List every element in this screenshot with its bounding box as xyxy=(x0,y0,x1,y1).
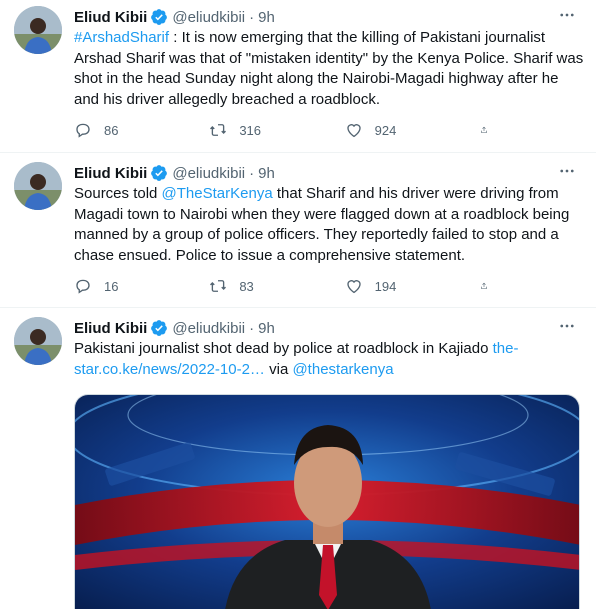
heart-icon xyxy=(346,280,361,294)
mention-link[interactable]: @TheStarKenya xyxy=(162,185,273,202)
tweet-text: #ArshadSharif : It is now emerging that … xyxy=(74,28,586,110)
timestamp[interactable]: 9h xyxy=(258,320,275,337)
verified-badge-icon xyxy=(151,165,168,181)
tweet-body-start: Pakistani journalist shot dead by police… xyxy=(74,340,493,357)
tweet-1[interactable]: Eliud Kibii @eliudkibii · 9h #ArshadShar… xyxy=(0,0,596,153)
retweet-icon xyxy=(210,124,227,136)
verified-badge-icon xyxy=(151,320,168,336)
retweet-button[interactable]: 83 xyxy=(209,277,309,295)
share-button[interactable] xyxy=(480,121,500,139)
retweet-count: 316 xyxy=(239,122,262,138)
author-handle[interactable]: @eliudkibii xyxy=(172,165,245,182)
like-count: 194 xyxy=(374,278,397,294)
author-name[interactable]: Eliud Kibii xyxy=(74,9,147,26)
author-name[interactable]: Eliud Kibii xyxy=(74,320,147,337)
retweet-count: 83 xyxy=(239,278,254,294)
avatar[interactable] xyxy=(14,162,62,210)
heart-icon xyxy=(346,124,361,138)
retweet-button[interactable]: 316 xyxy=(209,121,309,139)
tweet-body-start: Sources told xyxy=(74,185,162,202)
separator-dot: · xyxy=(249,319,255,337)
author-handle[interactable]: @eliudkibii xyxy=(172,320,245,337)
hashtag-link[interactable]: #ArshadSharif xyxy=(74,29,169,46)
retweet-icon xyxy=(210,280,227,292)
more-icon[interactable] xyxy=(554,160,580,182)
share-button[interactable] xyxy=(480,277,500,295)
link-card-image[interactable] xyxy=(74,394,580,609)
tweet-2[interactable]: Eliud Kibii @eliudkibii · 9h Sources tol… xyxy=(0,154,596,308)
like-button[interactable]: 194 xyxy=(345,277,445,295)
mention-link[interactable]: @thestarkenya xyxy=(292,361,393,378)
more-icon[interactable] xyxy=(554,315,580,337)
avatar[interactable] xyxy=(14,6,62,54)
like-count: 924 xyxy=(374,122,397,138)
timestamp[interactable]: 9h xyxy=(258,165,275,182)
verified-badge-icon xyxy=(151,9,168,25)
share-icon xyxy=(481,126,487,133)
tweet-body-via: via xyxy=(264,360,293,378)
reply-count: 16 xyxy=(104,278,119,294)
tweet-text: Sources told @TheStarKenya that Sharif a… xyxy=(74,184,586,266)
reply-icon xyxy=(76,279,90,294)
timestamp[interactable]: 9h xyxy=(258,9,275,26)
separator-dot: · xyxy=(249,164,255,182)
reply-icon xyxy=(76,123,90,138)
tweet-text: Pakistani journalist shot dead by police… xyxy=(74,339,586,380)
more-icon[interactable] xyxy=(554,4,580,26)
author-handle[interactable]: @eliudkibii xyxy=(172,9,245,26)
share-icon xyxy=(481,282,487,289)
reply-button[interactable]: 16 xyxy=(74,277,174,295)
reply-button[interactable]: 86 xyxy=(74,121,174,139)
like-button[interactable]: 924 xyxy=(345,121,445,139)
author-name[interactable]: Eliud Kibii xyxy=(74,165,147,182)
reply-count: 86 xyxy=(104,122,119,138)
separator-dot: · xyxy=(249,8,255,26)
avatar[interactable] xyxy=(14,317,62,365)
